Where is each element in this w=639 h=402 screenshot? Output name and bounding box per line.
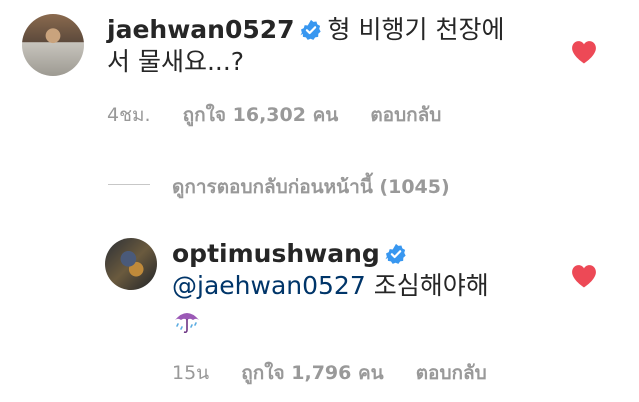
comment-time: 4ชม. (107, 104, 151, 126)
comment-text: optimushwang @jaehwan0527 조심해야해 (172, 238, 572, 302)
likes-count-button[interactable]: ถูกใจ 16,302 คน (183, 100, 339, 130)
avatar[interactable] (22, 14, 84, 76)
likes-count-button[interactable]: ถูกใจ 1,796 คน (241, 358, 383, 388)
reply-button[interactable]: ตอบกลับ (370, 100, 441, 130)
comment-username[interactable]: optimushwang (172, 239, 380, 268)
verified-badge-icon (385, 243, 406, 264)
comment-meta: 4ชม. ถูกใจ 16,302 คน ตอบกลับ (107, 100, 441, 130)
heart-icon[interactable] (571, 264, 597, 288)
mention-link[interactable]: @jaehwan0527 (172, 271, 366, 300)
avatar[interactable] (105, 238, 157, 290)
comment-username[interactable]: jaehwan0527 (107, 15, 295, 44)
comment-time: 15น (172, 362, 210, 384)
umbrella-rain-emoji-icon (175, 313, 199, 334)
view-previous-replies-button[interactable]: ดูการตอบกลับก่อนหน้านี้ (1045) (172, 172, 450, 202)
comment-body-line2: 서 물새요...? (107, 47, 245, 76)
heart-icon[interactable] (571, 40, 597, 64)
comment-text: jaehwan0527 형 비행기 천장에 서 물새요...? (107, 14, 527, 78)
comment-body: 조심해야해 (373, 271, 489, 300)
comment-body-line1: 형 비행기 천장에 (327, 15, 505, 44)
verified-badge-icon (300, 19, 321, 40)
replies-divider (108, 184, 150, 185)
reply-button[interactable]: ตอบกลับ (416, 358, 487, 388)
comment-meta: 15น ถูกใจ 1,796 คน ตอบกลับ (172, 358, 487, 388)
